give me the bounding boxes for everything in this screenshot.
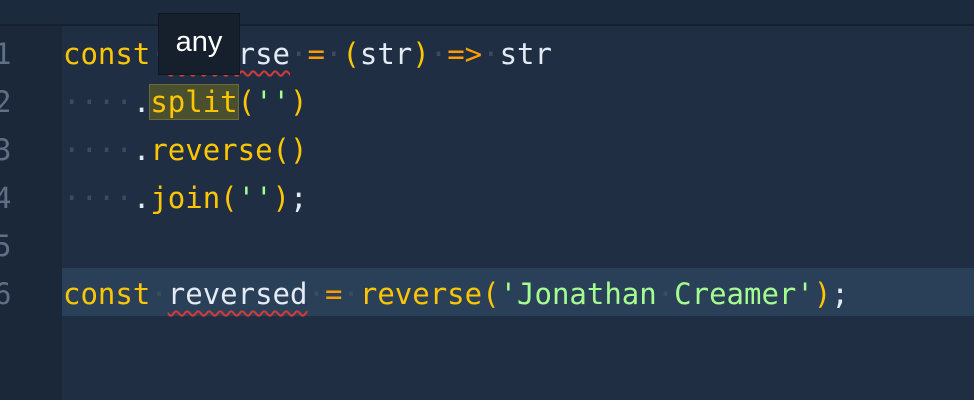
- whitespace-marker: ·: [324, 37, 343, 71]
- code-token: .: [132, 133, 151, 167]
- code-editor[interactable]: 1 2 3 4 5 6 const·reverse·=·(str)·=>·str…: [0, 0, 974, 400]
- whitespace-marker: ·: [342, 277, 360, 311]
- code-token: ): [813, 277, 832, 311]
- code-token: .: [132, 181, 151, 215]
- code-token: ): [290, 133, 308, 167]
- code-token: Creamer': [674, 277, 814, 311]
- code-line-3[interactable]: ····.reverse(): [62, 126, 307, 174]
- line-number-3: 3: [0, 133, 12, 167]
- whitespace-marker: ·: [307, 277, 325, 311]
- whitespace-marker: ·: [429, 37, 448, 71]
- code-line-6[interactable]: const·reversed·=·reverse('Jonathan·Cream…: [62, 270, 849, 318]
- code-line-2[interactable]: ····.split(''): [62, 78, 307, 126]
- code-line-5[interactable]: [62, 222, 63, 270]
- code-token: =: [324, 277, 343, 311]
- code-token: const: [63, 37, 151, 71]
- code-token: ): [272, 181, 291, 215]
- code-token: reverse: [150, 133, 273, 167]
- code-line-1[interactable]: const·reverse·=·(str)·=>·str: [62, 30, 552, 78]
- code-token: 'Jonathan: [499, 277, 657, 311]
- code-token: ;: [290, 181, 308, 215]
- whitespace-marker: ····: [63, 133, 133, 167]
- code-token: split: [149, 84, 239, 120]
- code-line-4[interactable]: ····.join('');: [62, 174, 307, 222]
- line-number-4: 4: [0, 181, 12, 215]
- line-number-1: 1: [0, 37, 12, 71]
- code-token: (: [272, 133, 290, 167]
- line-number-2: 2: [0, 85, 12, 119]
- code-token: reversed: [167, 277, 308, 311]
- whitespace-marker: ·: [290, 37, 308, 71]
- code-token: =>: [447, 37, 483, 71]
- whitespace-marker: ·: [482, 37, 500, 71]
- code-token: reverse: [359, 277, 483, 311]
- code-token: (: [237, 85, 256, 119]
- code-token: const: [63, 277, 151, 311]
- code-token: '': [237, 181, 273, 215]
- code-token: =: [307, 37, 325, 71]
- code-token: ): [290, 85, 308, 119]
- code-token: join: [150, 181, 221, 215]
- code-token: (: [342, 37, 360, 71]
- whitespace-marker: ·: [656, 277, 675, 311]
- editor-top-bar: [0, 0, 974, 26]
- code-token: str: [359, 37, 413, 71]
- whitespace-marker: ····: [63, 181, 133, 215]
- code-token: ;: [831, 277, 849, 311]
- line-number-5: 5: [0, 229, 12, 263]
- line-number-gutter: 1 2 3 4 5 6: [0, 26, 62, 400]
- code-token: '': [255, 85, 291, 119]
- code-token: ): [412, 37, 430, 71]
- code-token: .: [132, 85, 151, 119]
- code-token: (: [220, 181, 238, 215]
- code-token: str: [499, 37, 552, 71]
- type-hover-tooltip: any: [158, 13, 240, 75]
- whitespace-marker: ·: [150, 277, 168, 311]
- code-token: (: [482, 277, 500, 311]
- whitespace-marker: ····: [63, 85, 133, 119]
- line-number-6: 6: [0, 277, 12, 311]
